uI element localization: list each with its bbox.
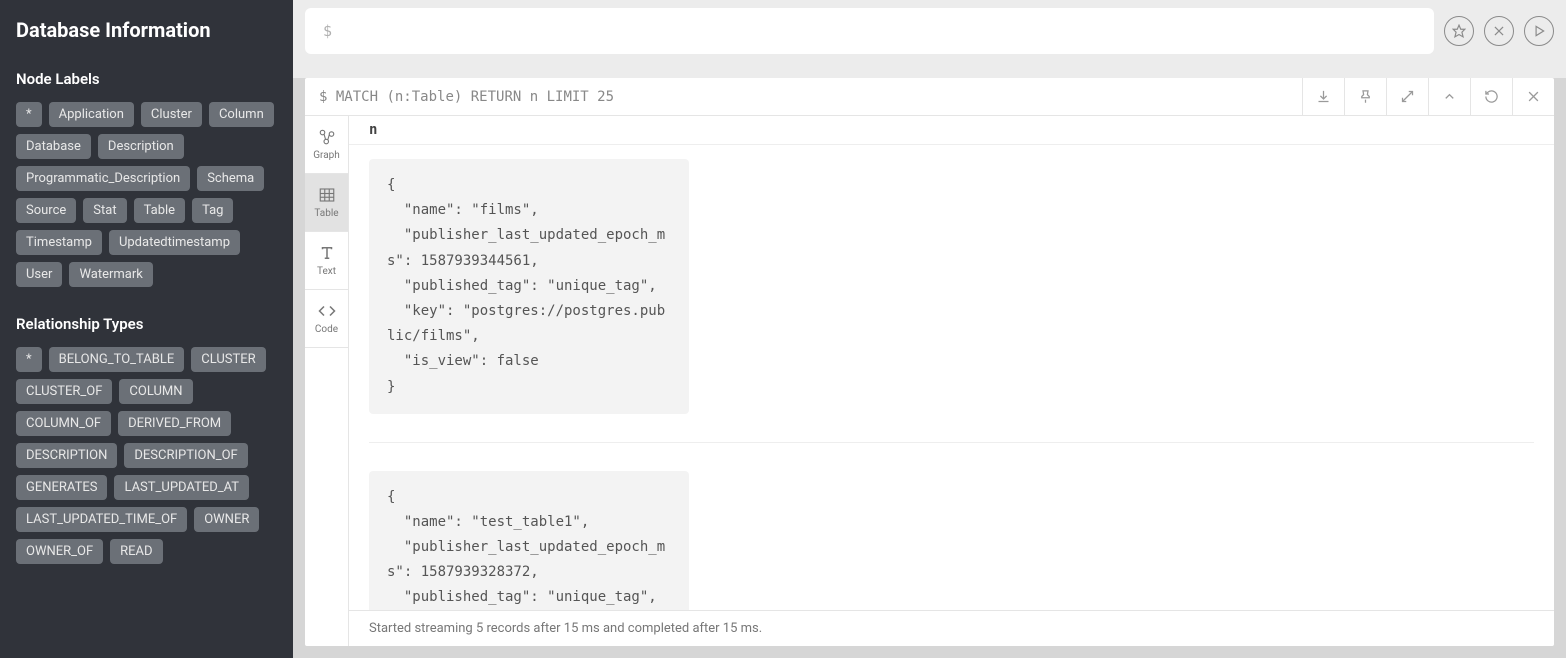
relationship-type-pill[interactable]: * — [16, 347, 42, 372]
table-icon — [318, 186, 336, 204]
relationship-type-pill[interactable]: OWNER_OF — [16, 539, 103, 564]
relationship-type-pill[interactable]: LAST_UPDATED_AT — [114, 475, 249, 500]
relationship-type-pill[interactable]: COLUMN — [119, 379, 192, 404]
relationship-type-pill[interactable]: BELONG_TO_TABLE — [49, 347, 185, 372]
relationship-type-pill[interactable]: READ — [110, 539, 162, 564]
tab-table-label: Table — [314, 208, 338, 219]
node-label-pill[interactable]: Watermark — [69, 262, 152, 287]
relationship-type-pill[interactable]: COLUMN_OF — [16, 411, 111, 436]
text-icon — [318, 244, 336, 262]
query-prompt: $ — [323, 22, 332, 40]
pin-button[interactable] — [1344, 78, 1386, 115]
executed-query: $ MATCH (n:Table) RETURN n LIMIT 25 — [305, 89, 1302, 105]
favorite-button[interactable] — [1444, 16, 1474, 46]
expand-button[interactable] — [1386, 78, 1428, 115]
view-tabs: Graph Table Text Code — [305, 116, 349, 646]
chevron-up-icon — [1442, 89, 1457, 104]
node-labels-heading: Node Labels — [16, 70, 277, 88]
result-body: Graph Table Text Code n { "name": "films… — [305, 116, 1554, 646]
node-label-pill[interactable]: Timestamp — [16, 230, 102, 255]
run-button[interactable] — [1524, 16, 1554, 46]
result-content: n { "name": "films", "publisher_last_upd… — [349, 116, 1554, 646]
pin-icon — [1358, 89, 1373, 104]
star-icon — [1452, 24, 1466, 38]
clear-button[interactable] — [1484, 16, 1514, 46]
rerun-button[interactable] — [1470, 78, 1512, 115]
node-label-pill[interactable]: Description — [98, 134, 184, 159]
tab-text-label: Text — [317, 266, 336, 277]
refresh-icon — [1484, 89, 1499, 104]
node-label-pill[interactable]: Cluster — [141, 102, 202, 127]
result-panel: $ MATCH (n:Table) RETURN n LIMIT 25 — [305, 78, 1554, 646]
node-label-pill[interactable]: Source — [16, 198, 76, 223]
records-list: { "name": "films", "publisher_last_updat… — [349, 145, 1554, 610]
node-label-pill[interactable]: User — [16, 262, 62, 287]
executed-query-text: MATCH (n:Table) RETURN n LIMIT 25 — [336, 89, 614, 105]
download-button[interactable] — [1302, 78, 1344, 115]
relationship-type-pill[interactable]: CLUSTER_OF — [16, 379, 112, 404]
query-input[interactable] — [340, 22, 1416, 40]
table-row: { "name": "test_table1", "publisher_last… — [369, 471, 689, 610]
node-label-pill[interactable]: Programmatic_Description — [16, 166, 190, 191]
download-icon — [1316, 89, 1331, 104]
tab-graph[interactable]: Graph — [305, 116, 348, 174]
node-label-pill[interactable]: Database — [16, 134, 91, 159]
tab-table[interactable]: Table — [305, 174, 348, 232]
node-label-pill[interactable]: Application — [49, 102, 134, 127]
node-label-pill[interactable]: Stat — [83, 198, 126, 223]
node-label-pill[interactable]: Tag — [192, 198, 233, 223]
status-bar: Started streaming 5 records after 15 ms … — [349, 610, 1554, 646]
graph-icon — [318, 128, 336, 146]
result-header: $ MATCH (n:Table) RETURN n LIMIT 25 — [305, 78, 1554, 116]
node-label-pill[interactable]: Updatedtimestamp — [109, 230, 240, 255]
relationship-type-pill[interactable]: DESCRIPTION_OF — [124, 443, 247, 468]
expand-icon — [1400, 89, 1415, 104]
query-bar: $ — [293, 0, 1566, 78]
tab-text[interactable]: Text — [305, 232, 348, 290]
relationship-type-pill[interactable]: CLUSTER — [191, 347, 265, 372]
relationship-type-pill[interactable]: OWNER — [194, 507, 259, 532]
executed-prompt: $ — [319, 89, 327, 105]
close-result-button[interactable] — [1512, 78, 1554, 115]
tab-code[interactable]: Code — [305, 290, 348, 348]
node-label-pill[interactable]: * — [16, 102, 42, 127]
play-icon — [1532, 24, 1546, 38]
tab-graph-label: Graph — [313, 150, 340, 161]
sidebar: Database Information Node Labels * Applic… — [0, 0, 293, 658]
sidebar-title: Database Information — [16, 18, 277, 42]
node-label-pill[interactable]: Schema — [197, 166, 264, 191]
relationship-type-pill[interactable]: DESCRIPTION — [16, 443, 117, 468]
record-divider — [369, 442, 1534, 443]
column-header: n — [349, 116, 1554, 145]
node-labels-group: * Application Cluster Column Database Descrip… — [16, 102, 277, 287]
code-icon — [318, 302, 336, 320]
x-icon — [1492, 24, 1506, 38]
main-area: $ $ MATCH (n:Table) RETURN n LIMIT 25 — [293, 0, 1566, 658]
node-label-pill[interactable]: Table — [134, 198, 185, 223]
query-input-wrap[interactable]: $ — [305, 8, 1434, 54]
relationship-type-pill[interactable]: LAST_UPDATED_TIME_OF — [16, 507, 187, 532]
relationship-type-pill[interactable]: GENERATES — [16, 475, 107, 500]
result-header-actions — [1302, 78, 1554, 115]
collapse-button[interactable] — [1428, 78, 1470, 115]
close-icon — [1526, 89, 1541, 104]
relationship-types-group: * BELONG_TO_TABLECLUSTER CLUSTER_OF COLUMN C… — [16, 347, 277, 564]
tab-code-label: Code — [315, 324, 338, 335]
node-label-pill[interactable]: Column — [209, 102, 274, 127]
relationship-types-heading: Relationship Types — [16, 315, 277, 333]
relationship-type-pill[interactable]: DERIVED_FROM — [118, 411, 231, 436]
table-row: { "name": "films", "publisher_last_updat… — [369, 159, 689, 414]
